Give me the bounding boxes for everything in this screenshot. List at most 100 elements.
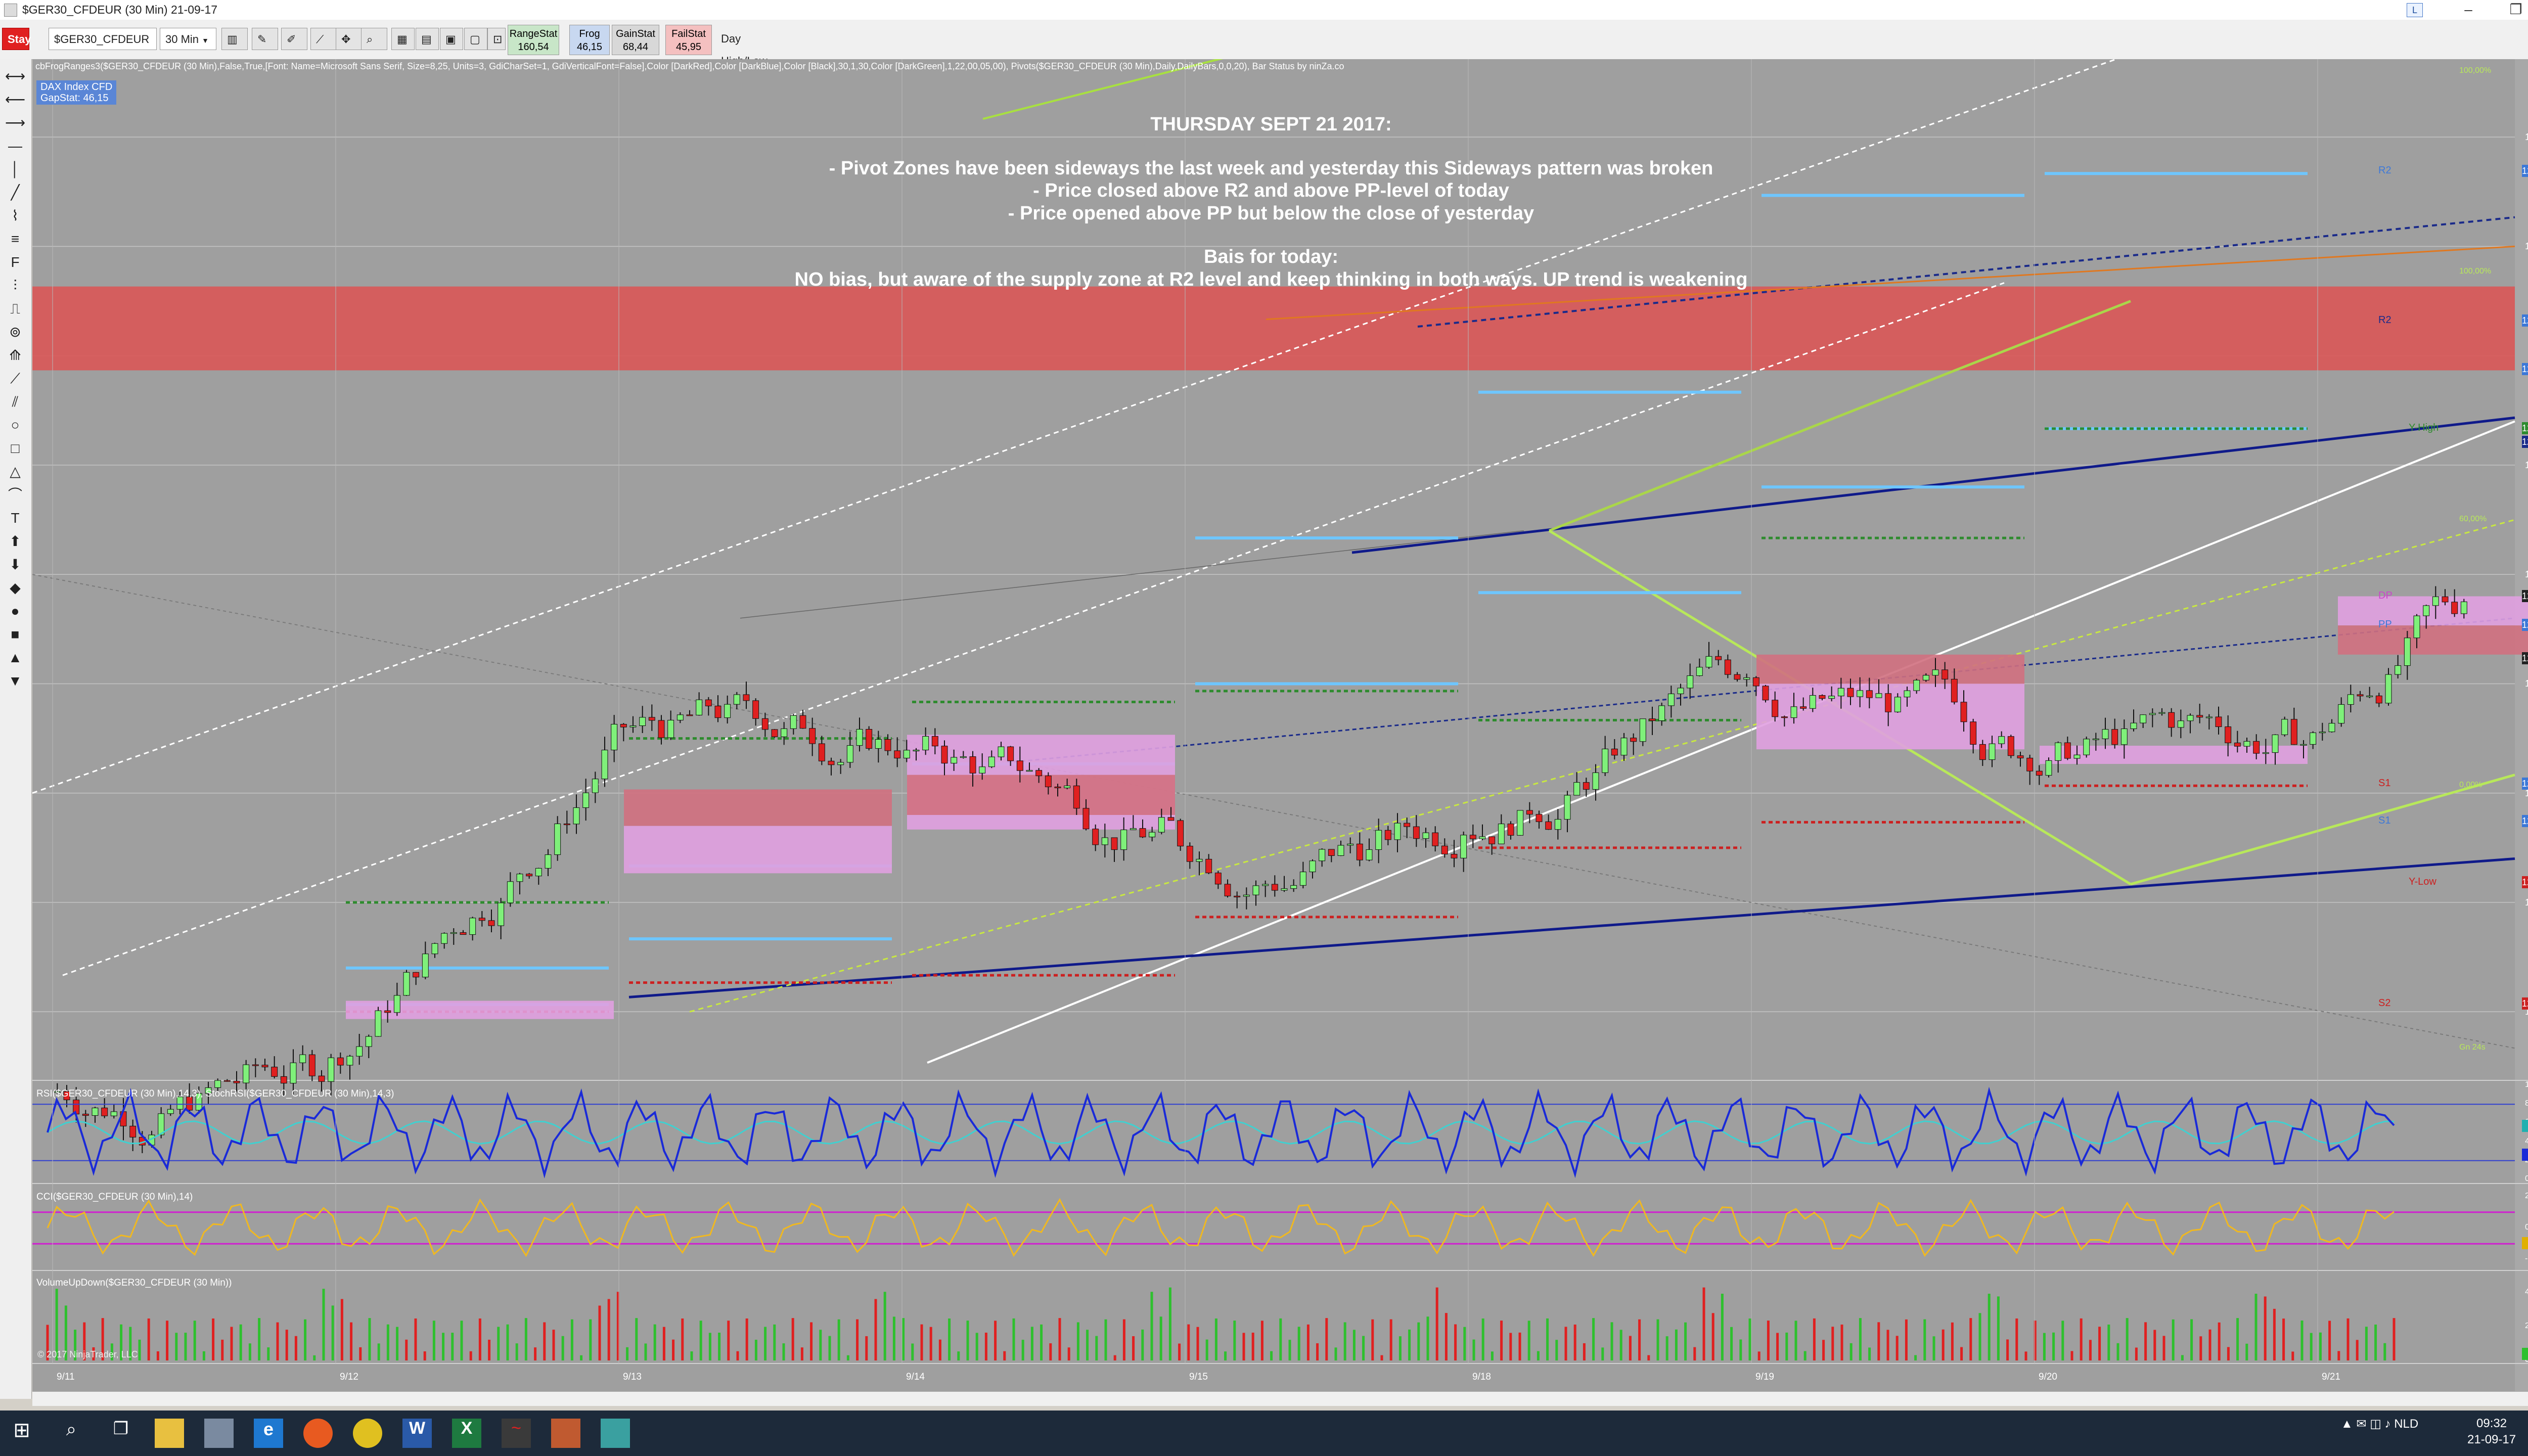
app-icon-8[interactable] <box>551 1419 580 1448</box>
ray-left-icon[interactable]: ⟵ <box>5 89 25 110</box>
link-icon[interactable]: L <box>2407 3 2423 17</box>
candle-body <box>2432 596 2439 606</box>
arrow-line-icon[interactable]: ⟋ <box>5 369 25 389</box>
fib-tool-icon[interactable]: ⟋ <box>310 28 337 50</box>
data-box-icon[interactable]: ▢ <box>464 28 487 50</box>
zoom-icon[interactable]: ⌕ <box>361 28 387 50</box>
properties-icon[interactable]: ▣ <box>440 28 463 50</box>
rsi-axis-label: 80 <box>2525 1099 2528 1108</box>
value-area-zone <box>624 789 892 826</box>
interval-selector[interactable]: 30 Min ▼ <box>160 28 216 50</box>
word-icon[interactable]: W <box>402 1419 432 1448</box>
cci-panel-label: CCI($GER30_CFDEUR (30 Min),14) <box>36 1192 193 1202</box>
bar-type-icon[interactable]: ▥ <box>221 28 248 50</box>
regression-icon[interactable]: ⎍ <box>5 299 25 319</box>
candle-body <box>1677 688 1684 694</box>
volume-value-tag: 137 <box>2522 1347 2528 1360</box>
candle-body <box>1649 718 1656 721</box>
stay-button[interactable]: Stay <box>2 28 31 50</box>
triangle-up-icon[interactable]: ▲ <box>5 648 25 668</box>
circle-tool-icon[interactable]: ⊚ <box>5 322 25 342</box>
chart-area[interactable]: cbFrogRanges3($GER30_CFDEUR (30 Min),Fal… <box>32 59 2528 1399</box>
file-explorer-icon[interactable] <box>155 1419 184 1448</box>
triangle-icon[interactable]: △ <box>5 462 25 482</box>
app-icon-2[interactable] <box>204 1419 234 1448</box>
window-linking-icon[interactable]: ⊡ <box>487 28 506 50</box>
candle-body <box>1299 872 1306 886</box>
chevron-down-icon: ▼ <box>202 36 209 44</box>
square-icon[interactable]: ■ <box>5 624 25 645</box>
system-tray[interactable]: ▲ ✉ ◫ ♪ NLD <box>2341 1417 2418 1431</box>
language-indicator[interactable]: NLD <box>2394 1417 2418 1431</box>
triangle-down-icon[interactable]: ▼ <box>5 671 25 691</box>
diamond-icon[interactable]: ◆ <box>5 578 25 598</box>
candle-body <box>1196 858 1203 862</box>
info-title: DAX Index CFD <box>40 81 113 93</box>
candle-body <box>1781 716 1788 718</box>
candle-body <box>799 715 806 729</box>
price-axis-label: 12630,00 <box>2525 460 2528 470</box>
candle-body <box>2045 760 2052 776</box>
pencil-icon[interactable]: ✐ <box>281 28 307 50</box>
candle-body <box>903 750 910 759</box>
candle-body <box>979 766 986 774</box>
horizontal-scrollbar[interactable] <box>32 1391 2528 1406</box>
candle-body <box>2130 722 2137 730</box>
candle-body <box>1554 819 1561 830</box>
fib-extension-icon[interactable]: ≡ <box>5 229 25 249</box>
ellipse-icon[interactable]: ○ <box>5 415 25 435</box>
dot-icon[interactable]: ● <box>5 601 25 621</box>
crosshair-icon[interactable]: ✥ <box>336 28 362 50</box>
rectangle-icon[interactable]: □ <box>5 438 25 459</box>
task-view-icon[interactable]: ❐ <box>106 1419 136 1448</box>
candle-body <box>2338 704 2345 724</box>
strategy-icon[interactable]: ▤ <box>416 28 439 50</box>
ninjatrader-icon[interactable]: ~ <box>502 1419 531 1448</box>
arc-icon[interactable]: ⌒ <box>5 485 25 505</box>
start-icon[interactable]: ⊞ <box>7 1419 36 1448</box>
chrome-icon[interactable] <box>353 1419 382 1448</box>
candle-body <box>1989 743 1996 760</box>
ray-right-icon[interactable]: ⟶ <box>5 113 25 133</box>
edge-icon[interactable]: e <box>254 1419 283 1448</box>
candle-body <box>696 699 703 716</box>
candle-body <box>1205 858 1212 874</box>
taskbar-clock[interactable]: 09:32 21-09-17 <box>2467 1416 2516 1448</box>
restore-button[interactable]: ❐ <box>2490 0 2528 20</box>
candle-body <box>1092 829 1099 845</box>
candle-body <box>884 739 891 751</box>
trend-line-icon[interactable]: ╱ <box>5 183 25 203</box>
draw-tool-icon[interactable]: ✎ <box>252 28 278 50</box>
excel-icon[interactable]: X <box>452 1419 481 1448</box>
fib-retracement-icon[interactable]: ⌇ <box>5 206 25 226</box>
firefox-icon[interactable] <box>303 1419 333 1448</box>
arrow-down-icon[interactable]: ⬇ <box>5 555 25 575</box>
app-icon-9[interactable] <box>601 1419 630 1448</box>
candle-body <box>761 718 769 730</box>
arrow-up-icon[interactable]: ⬆ <box>5 531 25 552</box>
cci-axis-label: -200 <box>2525 1254 2528 1263</box>
vertical-line-icon[interactable]: │ <box>5 159 25 179</box>
date-axis-label: 9/20 <box>2039 1372 2057 1382</box>
parallel-icon[interactable]: ⫽ <box>5 392 25 412</box>
text-tool-icon[interactable]: T <box>5 508 25 528</box>
candle-body <box>356 1046 363 1057</box>
date-axis-label: 9/14 <box>906 1372 925 1382</box>
horizontal-line-icon[interactable]: — <box>5 136 25 156</box>
drawing-tools-bar: ⟷ ⟵ ⟶ — │ ╱ ⌇ ≡ F ⫶ ⎍ ⊚ ⟰ ⟋ ⫽ ○ □ △ ⌒ T ⬆ ⬇ ◆ ● ■ ▲ ▼ <box>0 59 32 1399</box>
minimize-button[interactable]: – <box>2442 0 2495 20</box>
gainstat-badge: GainStat 68,44 <box>612 25 659 55</box>
instrument-selector[interactable]: $GER30_CFDEUR ▼ <box>49 28 157 67</box>
ruler-icon[interactable]: ⟷ <box>5 66 25 86</box>
supply-zone <box>32 286 2515 371</box>
gann-icon[interactable]: ⫶ <box>5 276 25 296</box>
search-icon[interactable]: ⌕ <box>57 1419 86 1448</box>
channel-icon[interactable]: ⟰ <box>5 345 25 366</box>
candle-body <box>1762 686 1769 701</box>
candle-body <box>846 745 853 763</box>
day-high-low-button[interactable]: Day High/Low <box>716 28 794 67</box>
rsi-axis-label: 40 <box>2525 1136 2528 1146</box>
tray-icons[interactable]: ▲ ✉ ◫ ♪ <box>2341 1417 2394 1431</box>
chart-template-icon[interactable]: ▦ <box>391 28 415 50</box>
fib-time-icon[interactable]: F <box>5 252 25 272</box>
